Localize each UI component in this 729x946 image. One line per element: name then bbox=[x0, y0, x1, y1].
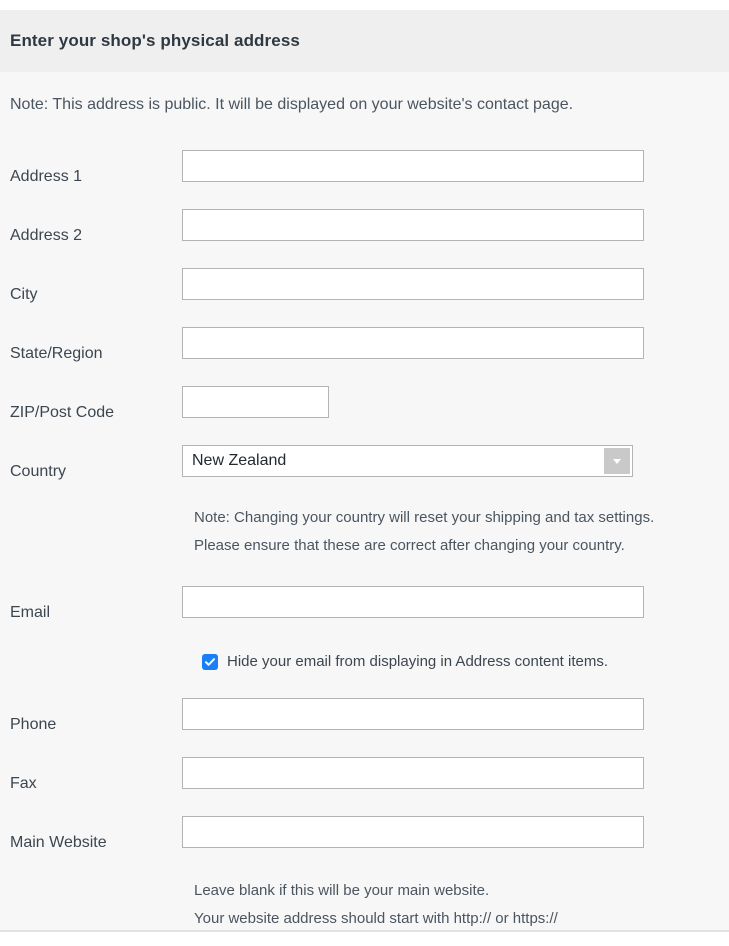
form-row-fax: Fax bbox=[0, 743, 729, 802]
country-note-line2: Please ensure that these are correct aft… bbox=[194, 537, 625, 554]
city-label: City bbox=[10, 286, 38, 303]
state-control bbox=[182, 326, 729, 359]
address2-label: Address 2 bbox=[10, 227, 83, 244]
country-control: New Zealand bbox=[182, 444, 729, 477]
website-note-line2: Your website address should start with h… bbox=[194, 910, 558, 927]
form-row-address1: Address 1 bbox=[0, 136, 729, 195]
form-row-country: Country New Zealand bbox=[0, 431, 729, 490]
address1-input[interactable] bbox=[182, 149, 644, 182]
zip-input[interactable] bbox=[182, 385, 329, 418]
email-label: Email bbox=[10, 604, 51, 621]
form-row-state: State/Region bbox=[0, 313, 729, 372]
fax-input[interactable] bbox=[182, 756, 644, 789]
website-input[interactable] bbox=[182, 815, 644, 848]
zip-label: ZIP/Post Code bbox=[10, 404, 115, 421]
email-control bbox=[182, 585, 729, 618]
address1-label: Address 1 bbox=[10, 168, 83, 185]
phone-label: Phone bbox=[10, 716, 57, 733]
form-row-phone: Phone bbox=[0, 684, 729, 743]
zip-control bbox=[182, 385, 729, 418]
panel-body: Note: This address is public. It will be… bbox=[0, 72, 729, 933]
form-row-address2: Address 2 bbox=[0, 195, 729, 254]
address2-input[interactable] bbox=[182, 208, 644, 241]
form-row-email: Email bbox=[0, 572, 729, 631]
city-control bbox=[182, 267, 729, 300]
public-address-note: Note: This address is public. It will be… bbox=[10, 96, 574, 113]
website-note-line1: Leave blank if this will be your main we… bbox=[194, 882, 490, 899]
email-input[interactable] bbox=[182, 585, 644, 618]
country-label: Country bbox=[10, 463, 67, 480]
form-row-zip: ZIP/Post Code bbox=[0, 372, 729, 431]
country-selected-value: New Zealand bbox=[192, 451, 287, 469]
phone-input[interactable] bbox=[182, 697, 644, 730]
state-label: State/Region bbox=[10, 345, 103, 362]
address1-control bbox=[182, 149, 729, 182]
website-note: Leave blank if this will be your main we… bbox=[0, 877, 729, 933]
state-input[interactable] bbox=[182, 326, 644, 359]
website-control bbox=[182, 815, 729, 848]
fax-control bbox=[182, 756, 729, 789]
country-note-line1: Note: Changing your country will reset y… bbox=[194, 509, 655, 526]
address-form: Address 1 Address 2 City State/Region ZI… bbox=[0, 136, 729, 933]
website-label: Main Website bbox=[10, 834, 107, 851]
phone-control bbox=[182, 697, 729, 730]
country-note: Note: Changing your country will reset y… bbox=[0, 504, 729, 560]
hide-email-row[interactable]: Hide your email from displaying in Addre… bbox=[0, 653, 729, 670]
form-row-city: City bbox=[0, 254, 729, 313]
country-select[interactable]: New Zealand bbox=[182, 444, 633, 477]
hide-email-checkbox[interactable] bbox=[202, 653, 218, 670]
page-title: Enter your shop's physical address bbox=[10, 31, 300, 50]
form-row-website: Main Website bbox=[0, 802, 729, 861]
city-input[interactable] bbox=[182, 267, 644, 300]
chevron-down-icon[interactable] bbox=[604, 447, 630, 474]
address2-control bbox=[182, 208, 729, 241]
fax-label: Fax bbox=[10, 775, 37, 792]
hide-email-label: Hide your email from displaying in Addre… bbox=[227, 653, 609, 670]
address-settings-panel: Enter your shop's physical address Note:… bbox=[0, 10, 729, 932]
panel-header: Enter your shop's physical address bbox=[0, 10, 729, 72]
